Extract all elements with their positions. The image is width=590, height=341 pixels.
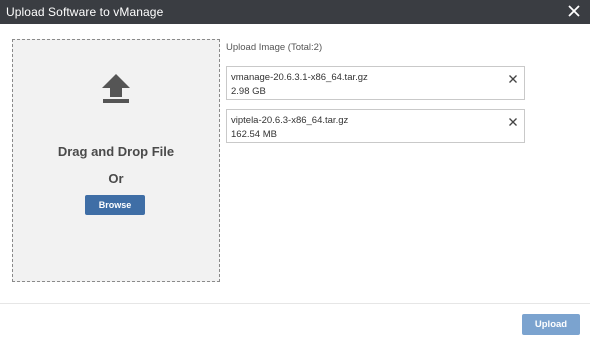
drop-zone[interactable]: Drag and Drop File Or Browse	[12, 39, 220, 282]
upload-button[interactable]: Upload	[522, 314, 580, 335]
dialog-title: Upload Software to vManage	[6, 5, 164, 19]
file-size: 2.98 GB	[231, 86, 266, 97]
footer-divider	[0, 303, 590, 304]
drag-drop-label: Drag and Drop File	[57, 144, 175, 159]
file-item: viptela-20.6.3-x86_64.tar.gz 162.54 MB	[226, 109, 525, 143]
remove-icon[interactable]	[508, 114, 518, 126]
upload-image-heading: Upload Image (Total:2)	[226, 42, 323, 53]
file-size: 162.54 MB	[231, 129, 277, 140]
dialog-titlebar: Upload Software to vManage	[0, 0, 590, 24]
upload-icon	[100, 72, 132, 104]
browse-button[interactable]: Browse	[85, 195, 145, 215]
or-label: Or	[108, 171, 124, 186]
file-item: vmanage-20.6.3.1-x86_64.tar.gz 2.98 GB	[226, 66, 525, 100]
file-name: viptela-20.6.3-x86_64.tar.gz	[231, 115, 349, 126]
remove-icon[interactable]	[508, 71, 518, 83]
close-icon[interactable]	[566, 3, 582, 19]
file-name: vmanage-20.6.3.1-x86_64.tar.gz	[231, 72, 368, 83]
